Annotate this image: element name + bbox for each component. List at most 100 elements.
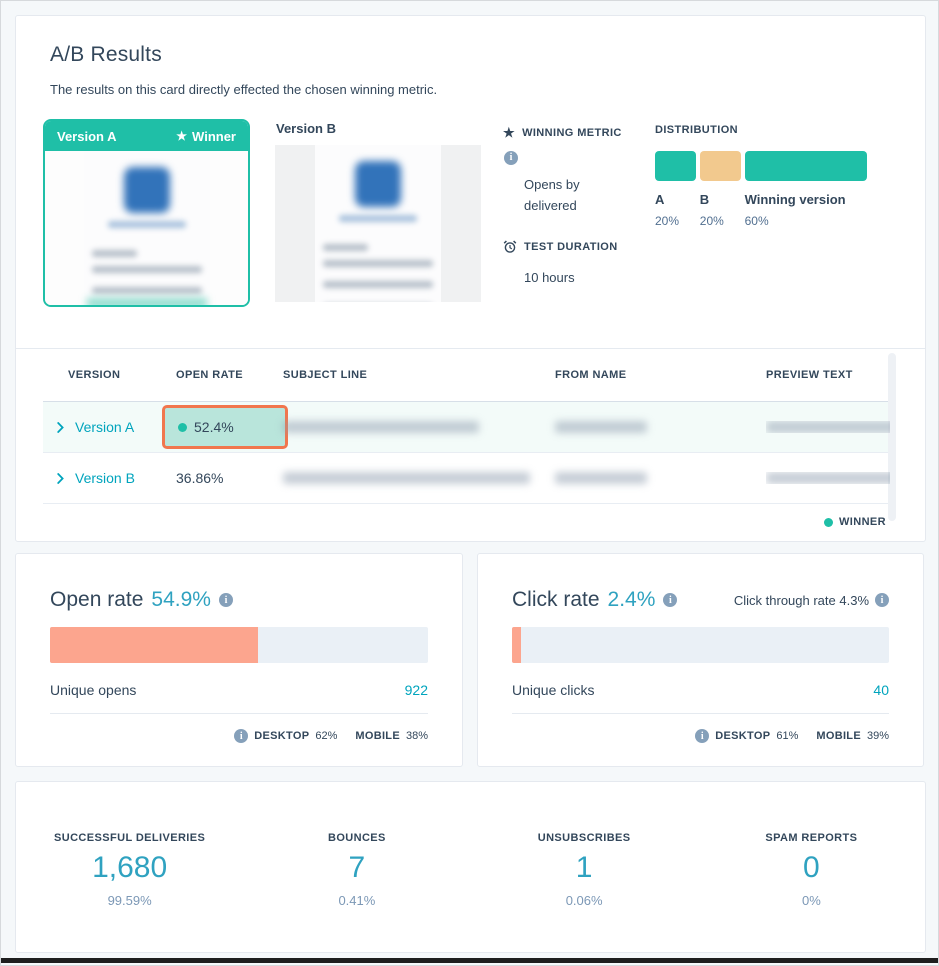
stat-percent: 0% [698, 893, 925, 908]
distribution-segment-b [700, 151, 741, 181]
stat-value[interactable]: 1,680 [16, 851, 243, 885]
info-icon[interactable]: i [219, 593, 233, 607]
winning-metric-column: ★ WINNING METRIC i Opens by delivered [503, 119, 648, 288]
distribution-segment-winner [745, 151, 867, 181]
winner-dot-icon [178, 423, 187, 432]
mobile-value: 38% [406, 730, 428, 742]
winner-badge-label: Winner [192, 129, 236, 144]
stat-label: UNSUBSCRIBES [471, 832, 698, 844]
desktop-label: DESKTOP [254, 730, 309, 742]
header-subject-line: SUBJECT LINE [283, 369, 555, 381]
stat-label: BOUNCES [243, 832, 470, 844]
screenshot-bottom-border [1, 958, 938, 963]
info-icon[interactable]: i [663, 593, 677, 607]
version-a-row-link[interactable]: Version A [43, 419, 134, 435]
winner-dot-icon [824, 518, 833, 527]
chevron-right-icon[interactable] [57, 422, 64, 433]
desktop-value: 61% [776, 730, 798, 742]
ab-results-table: VERSION OPEN RATE SUBJECT LINE FROM NAME… [43, 349, 888, 528]
card-title: A/B Results [50, 43, 925, 67]
distribution-bar [655, 151, 867, 181]
version-a-email-preview[interactable] [45, 151, 248, 305]
table-header-row: VERSION OPEN RATE SUBJECT LINE FROM NAME… [43, 349, 888, 402]
version-a-card[interactable]: Version A ★ Winner [43, 119, 250, 307]
stat-percent: 99.59% [16, 893, 243, 908]
version-a-header: Version A ★ Winner [45, 121, 248, 151]
mobile-value: 39% [867, 730, 889, 742]
ab-test-results-page: A/B Results The results on this card dir… [0, 0, 939, 966]
from-name-blurred [555, 472, 647, 484]
email-page [315, 145, 441, 302]
email-logo-blurred [124, 167, 170, 213]
version-a-label: Version A [57, 129, 116, 144]
distribution-pct-a: 20% [655, 214, 696, 228]
table-scrollbar[interactable] [888, 353, 896, 521]
unique-opens-value[interactable]: 922 [405, 682, 428, 698]
version-b-label: Version B [276, 121, 481, 136]
email-page [84, 151, 210, 305]
header-from-name: FROM NAME [555, 369, 766, 381]
test-duration-value: 10 hours [524, 267, 648, 288]
info-icon[interactable]: i [695, 729, 709, 743]
stat-successful-deliveries: SUCCESSFUL DELIVERIES 1,680 99.59% [16, 832, 243, 908]
click-rate-bar-fill [512, 627, 521, 663]
unique-clicks-label: Unique clicks [512, 682, 594, 698]
open-rate-bar-fill [50, 627, 258, 663]
winning-metric-label: WINNING METRIC [522, 127, 622, 139]
winner-legend: WINNER [43, 516, 888, 528]
winner-badge: ★ Winner [176, 129, 236, 144]
chevron-right-icon[interactable] [57, 473, 64, 484]
email-logo-blurred [355, 161, 401, 207]
click-through-rate: Click through rate 4.3% i [734, 593, 889, 608]
stat-bounces: BOUNCES 7 0.41% [243, 832, 470, 908]
distribution-pct-winner: 60% [745, 214, 867, 228]
click-rate-title: Click rate [512, 588, 600, 612]
stat-unsubscribes: UNSUBSCRIBES 1 0.06% [471, 832, 698, 908]
distribution-label: DISTRIBUTION [655, 124, 867, 136]
open-rate-highlighted-cell: 52.4% [162, 405, 288, 449]
open-rate-value: 54.9% [151, 588, 211, 612]
unique-clicks-value[interactable]: 40 [873, 682, 889, 698]
stat-percent: 0.06% [471, 893, 698, 908]
stat-value[interactable]: 7 [243, 851, 470, 885]
open-rate-bar-track [50, 627, 428, 663]
rate-cards-row: Open rate 54.9% i Unique opens 922 i DES… [15, 553, 924, 767]
open-rate-value-b: 36.86% [176, 470, 223, 486]
stat-value[interactable]: 0 [698, 851, 925, 885]
info-icon[interactable]: i [875, 593, 889, 607]
distribution-legend: A 20% B 20% Winning version 60% [655, 192, 867, 228]
card-subtitle: The results on this card directly effect… [50, 82, 925, 97]
version-b-row-link[interactable]: Version B [43, 470, 135, 486]
version-b-block: Version B [275, 119, 481, 302]
device-breakdown: i DESKTOP 61% MOBILE 39% [512, 729, 889, 743]
open-rate-card: Open rate 54.9% i Unique opens 922 i DES… [15, 553, 463, 767]
subject-line-blurred [283, 472, 530, 484]
info-icon[interactable]: i [234, 729, 248, 743]
distribution-section: DISTRIBUTION A 20% B 20% [655, 119, 867, 228]
device-breakdown: i DESKTOP 62% MOBILE 38% [50, 729, 428, 743]
winning-metric-header: ★ WINNING METRIC [503, 126, 648, 139]
preview-text-blurred [766, 421, 890, 433]
stat-value[interactable]: 1 [471, 851, 698, 885]
stat-label: SUCCESSFUL DELIVERIES [16, 832, 243, 844]
stat-percent: 0.41% [243, 893, 470, 908]
click-rate-card: Click rate 2.4% i Click through rate 4.3… [477, 553, 924, 767]
distribution-name-winner: Winning version [745, 192, 867, 207]
table-row-version-b: Version B 36.86% [43, 453, 888, 504]
star-icon: ★ [176, 130, 187, 142]
version-b-email-preview[interactable] [275, 145, 481, 302]
test-duration-label: TEST DURATION [524, 241, 618, 253]
open-rate-value-a: 52.4% [194, 419, 234, 435]
from-name-blurred [555, 421, 647, 433]
ab-results-card: A/B Results The results on this card dir… [15, 15, 926, 542]
distribution-segment-a [655, 151, 696, 181]
table-row-version-a: Version A 52.4% [43, 402, 888, 453]
click-rate-bar-track [512, 627, 889, 663]
delivery-totals-card: SUCCESSFUL DELIVERIES 1,680 99.59% BOUNC… [15, 781, 926, 953]
unique-opens-label: Unique opens [50, 682, 136, 698]
test-duration-header: TEST DURATION [503, 240, 648, 254]
stat-spam-reports: SPAM REPORTS 0 0% [698, 832, 925, 908]
info-icon[interactable]: i [504, 151, 518, 165]
star-icon: ★ [503, 126, 515, 139]
alarm-clock-icon [503, 240, 517, 254]
